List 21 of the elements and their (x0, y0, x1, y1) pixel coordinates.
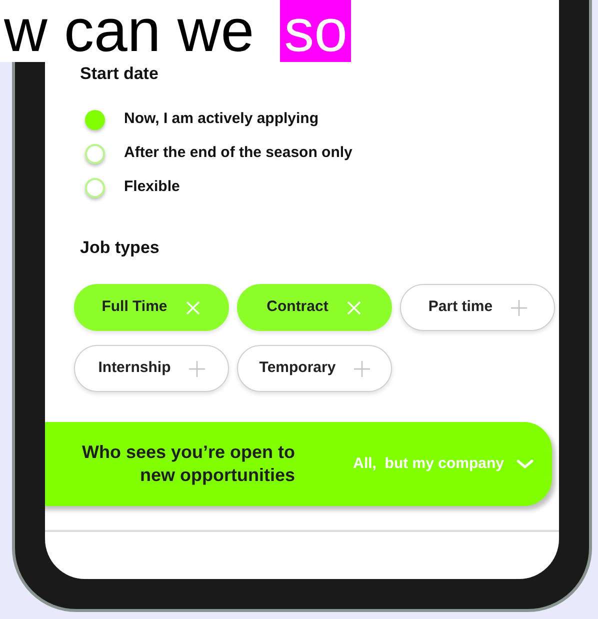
job-type-chip[interactable]: Full Time (74, 284, 229, 331)
radio-button[interactable] (85, 144, 105, 164)
job-type-chip[interactable]: Internship (74, 345, 229, 392)
option-label: Now, I am actively applying (124, 109, 319, 130)
option-label: After the end of the season only (124, 143, 352, 164)
radio-button[interactable] (85, 110, 105, 130)
plus-icon (510, 300, 527, 316)
plus-icon (354, 360, 370, 376)
visibility-label: Who sees you’re open to new opportunities (80, 441, 295, 487)
job-type-chip[interactable]: Temporary (237, 345, 392, 392)
close-icon (185, 300, 202, 316)
job-type-chip[interactable]: Part time (400, 284, 555, 331)
section-title: Start date (80, 63, 160, 85)
plus-icon (188, 360, 205, 376)
job-type-chip[interactable]: Contract (237, 284, 392, 331)
option-label: Flexible (124, 177, 180, 198)
highlighted-heading-text: so (280, 0, 352, 62)
radio-button[interactable] (85, 178, 105, 198)
chevron-down-icon (516, 459, 534, 469)
close-icon (346, 300, 362, 316)
section-title: Job types (80, 236, 160, 258)
